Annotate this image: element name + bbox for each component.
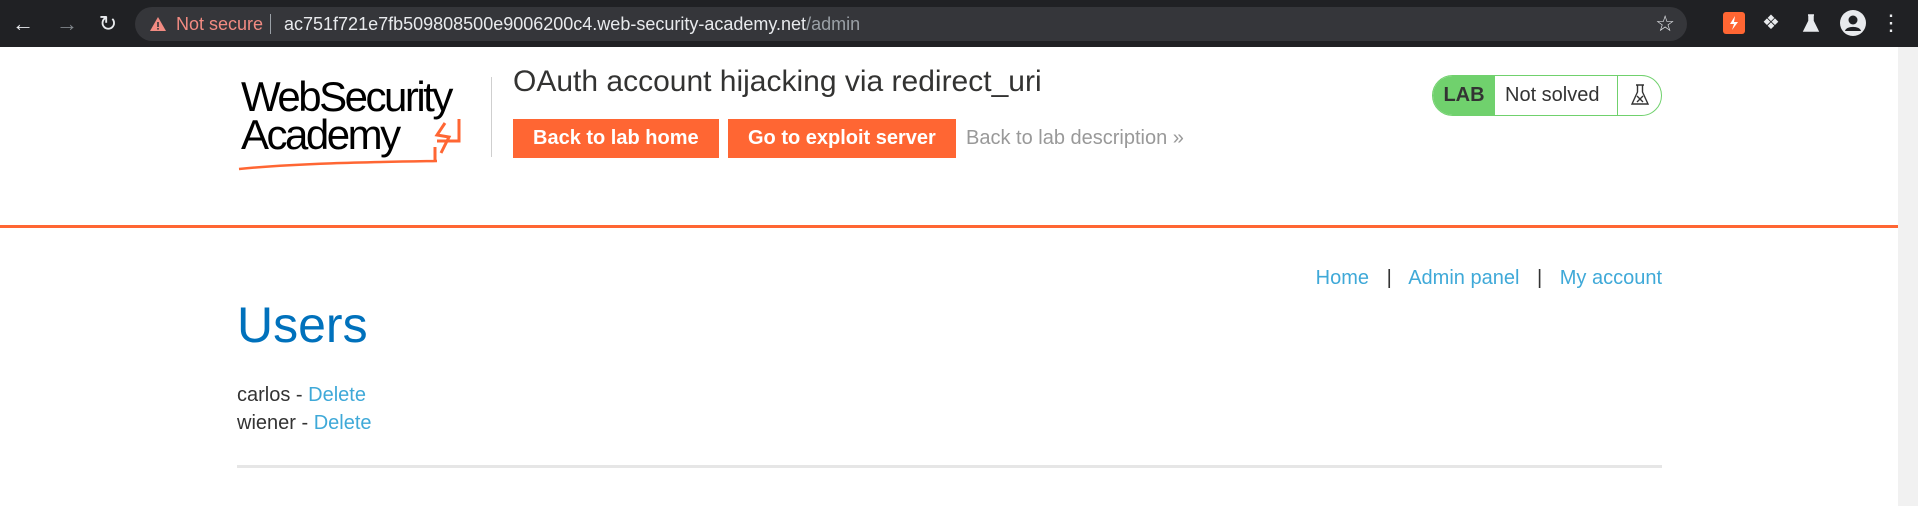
url-path: /admin: [806, 14, 861, 34]
user-dash: -: [295, 412, 314, 434]
nav-admin-panel-link[interactable]: Admin panel: [1408, 267, 1519, 289]
nav-my-account-link[interactable]: My account: [1560, 267, 1662, 289]
lab-status-tag: LAB: [1433, 76, 1495, 115]
delete-user-link[interactable]: Delete: [314, 412, 372, 434]
lab-title: OAuth account hijacking via redirect_uri: [513, 65, 1042, 98]
back-icon[interactable]: ←: [10, 11, 36, 37]
address-bar[interactable]: Not secure ac751f721e7fb509808500e900620…: [135, 7, 1687, 41]
menu-icon[interactable]: ⋮: [1880, 11, 1902, 35]
user-name: carlos: [237, 384, 291, 406]
description-link-label: Back to lab description: [966, 127, 1168, 149]
user-dash: -: [290, 384, 309, 406]
back-to-lab-home-button[interactable]: Back to lab home: [513, 119, 719, 158]
page-title: Users: [237, 297, 368, 353]
back-to-lab-description-link[interactable]: Back to lab description »: [966, 127, 1184, 150]
nav-separator: |: [1536, 267, 1543, 289]
user-name: wiener: [237, 412, 296, 434]
double-chevron-icon: »: [1172, 127, 1184, 149]
flask-icon-box: [1617, 76, 1661, 115]
nav-separator: |: [1386, 267, 1392, 289]
logo-mark-icon: [238, 119, 461, 171]
labs-icon[interactable]: [1800, 12, 1822, 34]
go-to-exploit-server-button[interactable]: Go to exploit server: [728, 119, 956, 158]
browser-toolbar: ← → ↻ Not secure ac751f721e7fb509808500e…: [0, 0, 1918, 47]
user-row: carlos - Delete: [237, 384, 366, 407]
flask-icon: [1630, 84, 1650, 105]
page-content: WebSecurity Academy OAuth account hijack…: [0, 47, 1898, 506]
content-divider: [237, 465, 1662, 468]
reload-icon[interactable]: ↻: [95, 11, 121, 37]
forward-icon[interactable]: →: [54, 11, 80, 37]
page-scrollbar[interactable]: [1898, 47, 1918, 506]
warning-icon: [150, 17, 166, 31]
top-navigation: Home | Admin panel | My account: [1316, 267, 1662, 290]
url-separator: [270, 14, 271, 34]
lab-status-text: Not solved: [1505, 84, 1600, 106]
web-security-academy-logo[interactable]: WebSecurity Academy: [237, 73, 492, 173]
delete-user-link[interactable]: Delete: [308, 384, 366, 406]
header-divider: [0, 225, 1898, 228]
extensions-icon[interactable]: ❖: [1760, 12, 1782, 34]
logo-divider: [491, 77, 492, 157]
nav-home-link[interactable]: Home: [1316, 267, 1369, 289]
star-icon[interactable]: ☆: [1655, 11, 1675, 37]
burp-extension-icon[interactable]: [1723, 12, 1745, 34]
url-text[interactable]: ac751f721e7fb509808500e9006200c4.web-sec…: [284, 14, 860, 35]
lab-status-widget: LAB Not solved: [1432, 75, 1662, 116]
profile-icon[interactable]: [1840, 10, 1866, 36]
not-secure-label[interactable]: Not secure: [176, 14, 263, 35]
url-host: ac751f721e7fb509808500e9006200c4.web-sec…: [284, 14, 807, 34]
user-row: wiener - Delete: [237, 412, 372, 435]
